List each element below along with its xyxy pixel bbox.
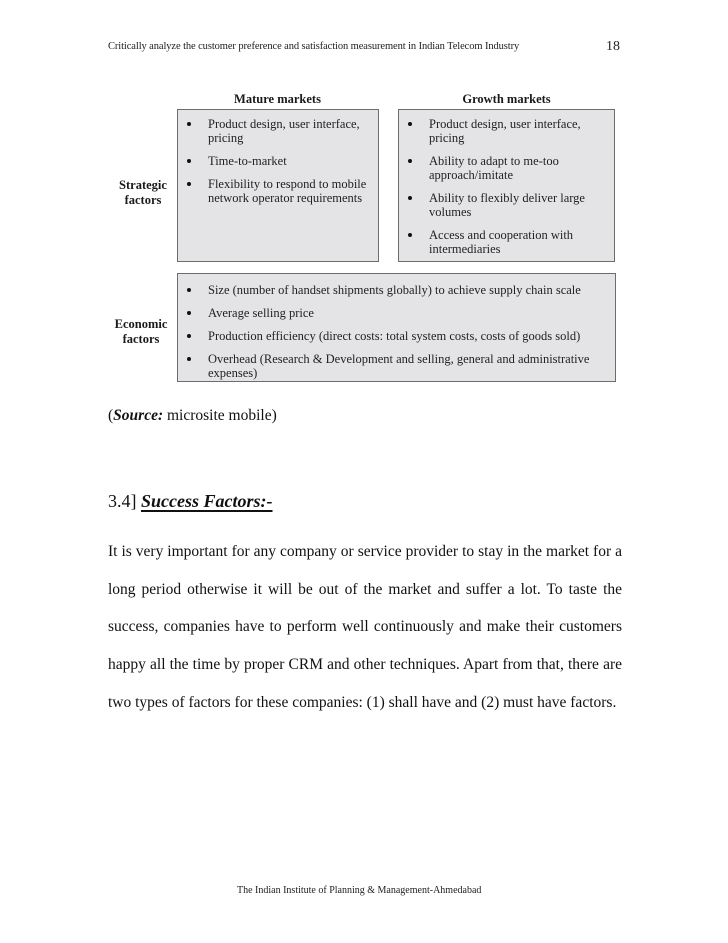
bullet-icon: [408, 122, 412, 126]
list-item: Time-to-market: [178, 154, 378, 168]
bullet-icon: [187, 334, 191, 338]
row-label-line: factors: [122, 332, 160, 346]
economic-factors-box: Size (number of handset shipments global…: [177, 273, 616, 382]
body-paragraph: It is very important for any company or …: [108, 543, 622, 711]
row-label-line: Strategic: [119, 178, 167, 192]
list-item: Ability to flexibly deliver large volume…: [399, 191, 614, 219]
bullet-icon: [187, 122, 191, 126]
section-heading: 3.4] Success Factors:-: [108, 491, 273, 512]
bullet-icon: [408, 196, 412, 200]
strategic-growth-box: Product design, user interface, pricing …: [398, 109, 615, 262]
column-heading-growth-markets: Growth markets: [462, 92, 551, 106]
row-label-line: factors: [124, 193, 162, 207]
section-number: 3.4]: [108, 491, 137, 511]
bullet-icon: [187, 288, 191, 292]
running-header-title: Critically analyze the customer preferen…: [108, 41, 520, 52]
bullet-icon: [408, 159, 412, 163]
row-label-economic-factors: Economic factors: [108, 317, 174, 347]
bullet-icon: [408, 233, 412, 237]
column-heading-mature-markets: Mature markets: [234, 92, 321, 106]
bullet-icon: [187, 357, 191, 361]
list-item: Flexibility to respond to mobile network…: [178, 177, 378, 205]
section-title: Success Factors:-: [141, 491, 273, 511]
strategic-mature-box: Product design, user interface, pricing …: [177, 109, 379, 262]
list-item: Average selling price: [178, 306, 615, 320]
source-label: Source:: [113, 407, 164, 424]
bullet-icon: [187, 159, 191, 163]
list-item: Production efficiency (direct costs: tot…: [178, 329, 615, 343]
list-item: Product design, user interface, pricing: [399, 117, 614, 145]
bullet-icon: [187, 311, 191, 315]
bullet-icon: [187, 182, 191, 186]
list-item: Ability to adapt to me-too approach/imit…: [399, 154, 614, 182]
row-label-strategic-factors: Strategic factors: [110, 178, 176, 208]
page-footer: The Indian Institute of Planning & Manag…: [237, 885, 482, 896]
page-number: 18: [606, 39, 620, 54]
list-item: Product design, user interface, pricing: [178, 117, 378, 145]
figure-source-caption: (Source: microsite mobile): [108, 407, 277, 424]
list-item: Access and cooperation with intermediari…: [399, 228, 614, 256]
list-item: Size (number of handset shipments global…: [178, 283, 615, 297]
list-item: Overhead (Research & Development and sel…: [178, 352, 615, 380]
row-label-line: Economic: [114, 317, 168, 331]
